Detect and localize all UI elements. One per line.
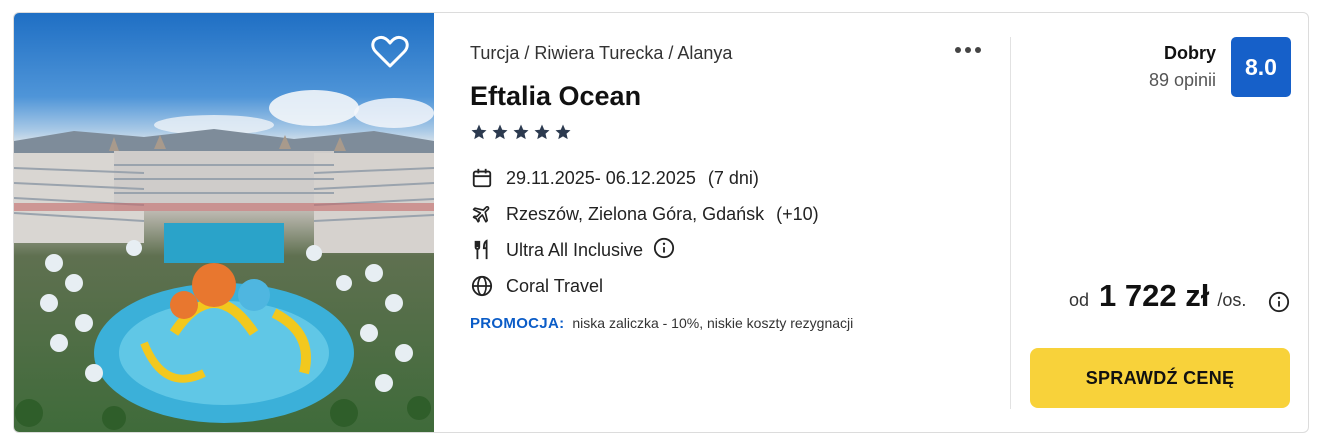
hotel-name[interactable]: Eftalia Ocean (470, 81, 641, 112)
calendar-icon (470, 166, 494, 190)
price-info-icon[interactable] (1268, 291, 1290, 318)
cutlery-icon (470, 238, 494, 262)
promo: PROMOCJA: niska zaliczka - 10%, niskie k… (470, 315, 853, 332)
board-text: Ultra All Inclusive (506, 239, 644, 260)
promo-label: PROMOCJA: (470, 315, 565, 332)
dates-text: 29.11.2025- 06.12.2025 (506, 167, 696, 188)
operator-text: Coral Travel (506, 275, 604, 296)
departures-row: Rzeszów, Zielona Góra, Gdańsk (+10) (470, 201, 819, 227)
departures-text: Rzeszów, Zielona Góra, Gdańsk (506, 203, 765, 224)
plane-icon (470, 202, 494, 226)
hotel-photo[interactable] (14, 13, 434, 432)
divider (1010, 37, 1011, 409)
star-icon (555, 124, 571, 140)
price-prefix: od (1069, 290, 1090, 310)
breadcrumb[interactable]: Turcja / Riwiera Turecka / Alanya (470, 43, 732, 64)
price: od 1 722 zł /os. (1069, 278, 1246, 314)
more-options-button[interactable] (953, 41, 985, 65)
globe-icon (470, 274, 494, 298)
board-row: Ultra All Inclusive (470, 237, 675, 263)
star-icon (471, 124, 487, 140)
hotel-stars (470, 123, 575, 143)
promo-text: niska zaliczka - 10%, niskie koszty rezy… (572, 315, 854, 331)
favorite-button[interactable] (371, 35, 409, 69)
offer-details: Turcja / Riwiera Turecka / Alanya Eftali… (434, 13, 1308, 432)
star-icon (492, 124, 508, 140)
check-price-button[interactable]: SPRAWDŹ CENĘ (1030, 348, 1290, 408)
reviews-count[interactable]: 89 opinii (1149, 70, 1216, 91)
price-suffix: /os. (1217, 290, 1247, 310)
rating-label: Dobry (1163, 43, 1216, 63)
departures-extra[interactable]: (+10) (776, 204, 819, 225)
star-icon (534, 124, 550, 140)
dates-row: 29.11.2025- 06.12.2025 (7 dni) (470, 165, 759, 191)
info-icon[interactable] (653, 237, 675, 264)
star-icon (513, 124, 529, 140)
price-amount: 1 722 zł (1099, 278, 1210, 313)
heart-outline-icon (371, 35, 409, 68)
offer-card[interactable]: Turcja / Riwiera Turecka / Alanya Eftali… (13, 12, 1309, 433)
operator-row: Coral Travel (470, 273, 603, 299)
more-dots-icon (955, 46, 961, 53)
rating-badge[interactable]: 8.0 (1231, 37, 1291, 97)
duration-text: (7 dni) (707, 167, 759, 188)
